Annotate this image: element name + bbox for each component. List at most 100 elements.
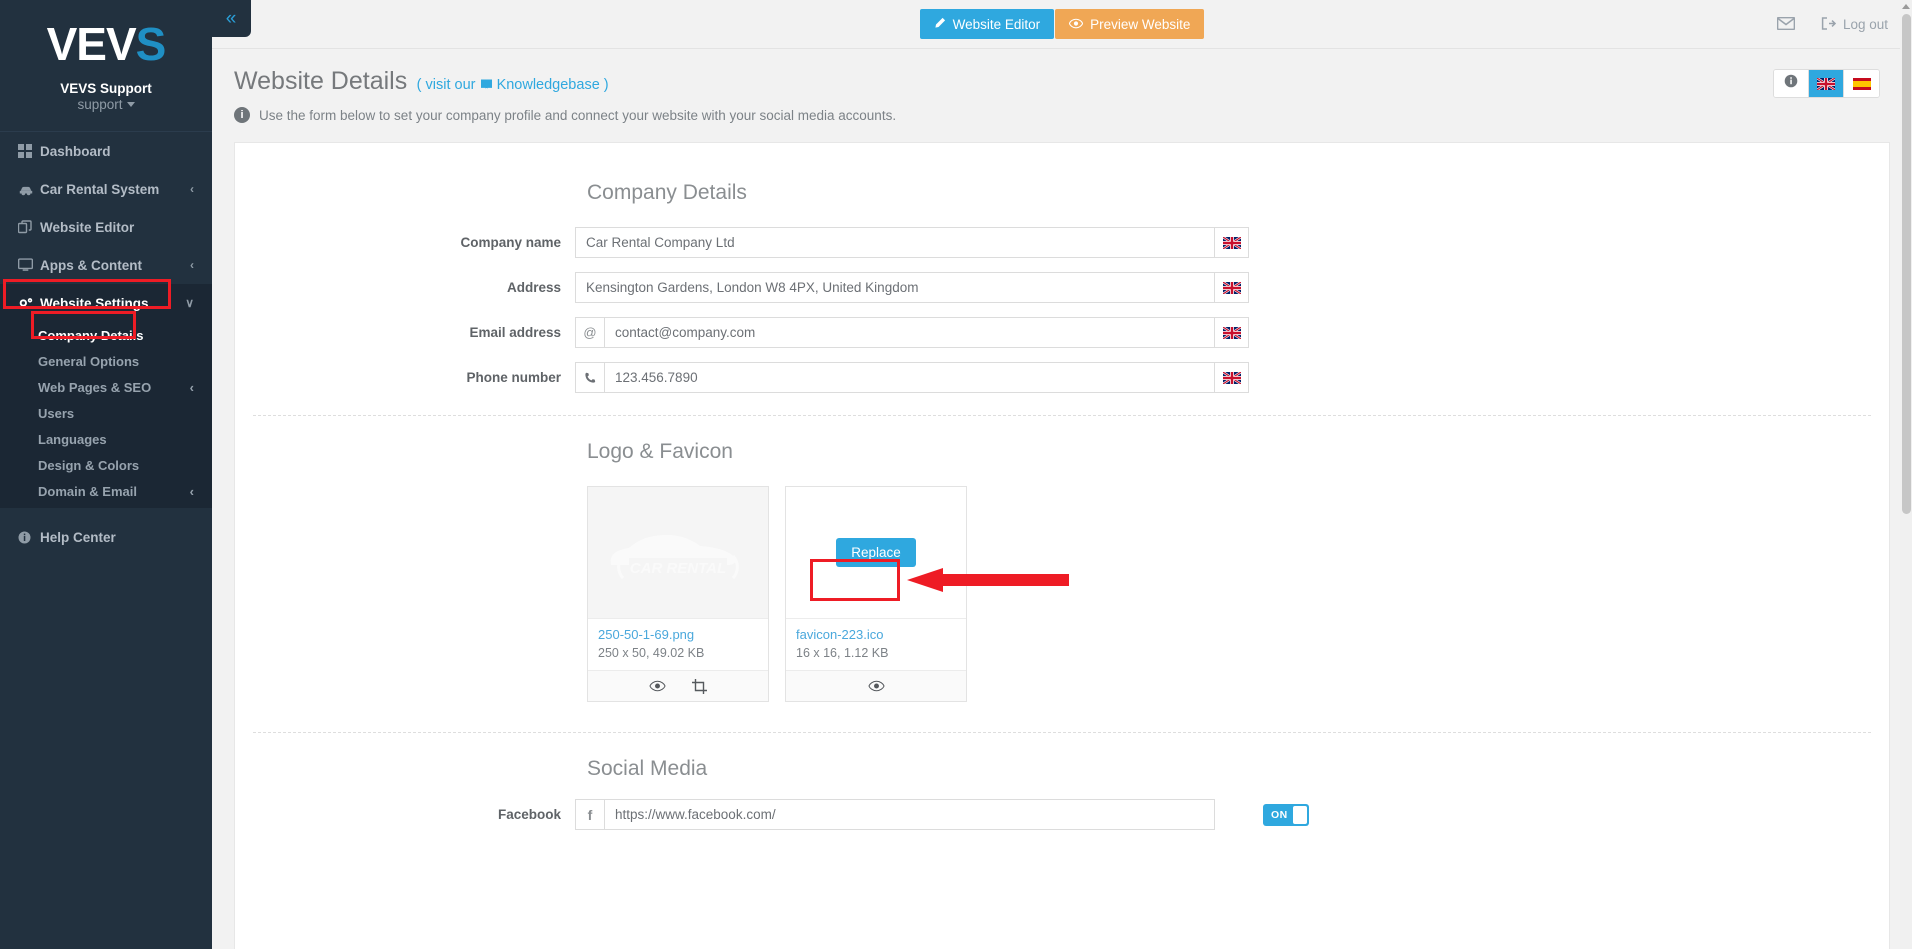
sidebar-subitem-label: Users <box>38 405 75 421</box>
sidebar-item-design-colors[interactable]: Design & Colors <box>0 452 212 478</box>
phone-input[interactable] <box>605 363 1214 392</box>
sidebar-item-general-options[interactable]: General Options <box>0 348 212 374</box>
eye-icon <box>1068 17 1084 32</box>
chevron-down-icon: ∨ <box>185 296 194 310</box>
logo-thumbnail: CAR RENTAL <box>588 487 768 618</box>
sidebar-item-car-rental-system[interactable]: Car Rental System ‹ <box>0 170 212 208</box>
phone-icon <box>576 363 605 392</box>
chevron-left-icon: ‹ <box>189 379 194 395</box>
sidebar-subitem-label: Design & Colors <box>38 457 140 473</box>
company-name-input[interactable] <box>576 228 1214 257</box>
main-area: « Website Editor Preview Website Log out… <box>212 0 1912 949</box>
sidebar-subnav-website-settings: Company Details General Options Web Page… <box>0 322 212 508</box>
toggle-knob <box>1293 805 1307 824</box>
kb-prefix: ( visit our <box>416 77 476 93</box>
logo-text-main: VEV <box>46 18 137 70</box>
page-subtitle-row: i Use the form below to set your company… <box>234 107 1912 123</box>
field-language-flag[interactable] <box>1215 272 1249 303</box>
chevron-left-icon: ‹ <box>190 182 194 196</box>
scrollbar-thumb[interactable] <box>1902 14 1911 514</box>
eye-icon[interactable] <box>867 680 885 692</box>
preview-website-button[interactable]: Preview Website <box>1055 9 1205 39</box>
language-switcher <box>1773 69 1880 98</box>
sidebar-item-help-center[interactable]: Help Center <box>0 518 212 556</box>
sidebar: VEV S VEVS Support support Dashboard Car … <box>0 0 212 949</box>
sidebar-item-website-editor[interactable]: Website Editor <box>0 208 212 246</box>
facebook-input[interactable] <box>605 800 1214 829</box>
sidebar-item-web-pages-seo[interactable]: Web Pages & SEO ‹ <box>0 374 212 400</box>
sidebar-divider <box>0 508 212 518</box>
account-dropdown[interactable]: support <box>77 96 135 114</box>
book-icon <box>480 77 497 93</box>
sidebar-subitem-label: Languages <box>38 431 107 447</box>
sidebar-item-languages[interactable]: Languages <box>0 426 212 452</box>
car-icon <box>18 183 40 196</box>
language-button-en[interactable] <box>1809 70 1844 97</box>
favicon-file-info: 16 x 16, 1.12 KB <box>796 646 889 660</box>
sidebar-item-label: Apps & Content <box>40 257 142 273</box>
page-scrollbar[interactable] <box>1900 0 1912 949</box>
logo-file-name[interactable]: 250-50-1-69.png <box>598 627 758 642</box>
section-title-logo-favicon: Logo & Favicon <box>587 440 733 463</box>
sidebar-item-dashboard[interactable]: Dashboard <box>0 132 212 170</box>
website-editor-button[interactable]: Website Editor <box>919 9 1055 39</box>
info-icon <box>1784 74 1798 93</box>
info-icon: i <box>234 107 250 123</box>
media-cards-row: CAR RENTAL 250-50-1-69.png 250 x 50, 49.… <box>587 486 1889 702</box>
facebook-toggle-label: ON <box>1271 808 1288 821</box>
sidebar-item-label: Dashboard <box>40 143 111 159</box>
chevron-down-icon <box>126 102 135 108</box>
facebook-icon: f <box>576 800 605 829</box>
facebook-toggle[interactable]: ON <box>1263 803 1309 826</box>
chevron-left-icon: ‹ <box>189 483 194 499</box>
layers-icon <box>18 220 40 234</box>
app-root: VEV S VEVS Support support Dashboard Car … <box>0 0 1912 949</box>
field-label: Facebook <box>497 807 561 822</box>
crop-icon[interactable] <box>692 678 707 694</box>
form-row-phone: Phone number <box>235 362 1889 393</box>
field-language-flag[interactable] <box>1215 362 1249 393</box>
replace-button[interactable]: Replace <box>836 538 916 567</box>
facebook-input-shell: f <box>575 799 1215 830</box>
field-language-flag[interactable] <box>1215 317 1249 348</box>
company-name-input-shell <box>575 227 1215 258</box>
section-title-social-media: Social Media <box>587 757 708 780</box>
sidebar-item-domain-email[interactable]: Domain & Email ‹ <box>0 478 212 504</box>
grid-icon <box>18 144 40 158</box>
sidebar-item-label: Website Settings <box>40 295 149 311</box>
knowledgebase-link[interactable]: Knowledgebase <box>497 77 600 93</box>
sidebar-item-users[interactable]: Users <box>0 400 212 426</box>
eye-icon[interactable] <box>649 680 666 692</box>
content-card: Company Details Company name Address <box>234 142 1890 949</box>
form-row-address: Address <box>235 272 1889 303</box>
brand-block: VEV S VEVS Support support <box>0 0 212 132</box>
address-input[interactable] <box>576 273 1214 302</box>
sidebar-item-website-settings[interactable]: Website Settings ∨ <box>0 284 212 322</box>
vevs-logo[interactable]: VEV S <box>46 16 167 72</box>
sidebar-subitem-label: Web Pages & SEO <box>38 379 152 395</box>
email-input[interactable] <box>605 318 1214 347</box>
preview-website-label: Preview Website <box>1090 16 1191 32</box>
sidebar-item-apps-content[interactable]: Apps & Content ‹ <box>0 246 212 284</box>
sidebar-item-label: Help Center <box>40 529 116 545</box>
uk-flag-icon <box>1222 236 1241 249</box>
kb-suffix: ) <box>603 77 609 93</box>
logout-button[interactable]: Log out <box>1821 16 1888 33</box>
messages-button[interactable] <box>1776 16 1796 33</box>
form-row-facebook: Facebook f ON <box>235 799 1889 830</box>
field-label: Company name <box>460 235 561 250</box>
topbar-right-actions: Log out <box>1776 0 1888 49</box>
page-subtitle: Use the form below to set your company p… <box>259 107 897 123</box>
website-editor-label: Website Editor <box>952 16 1041 32</box>
field-label: Address <box>506 280 561 295</box>
section-title-company-details: Company Details <box>587 181 747 204</box>
favicon-card: Replace favicon-223.ico 16 x 16, 1.12 KB <box>785 486 967 702</box>
account-sub-label: support <box>77 97 123 112</box>
language-info-button[interactable] <box>1774 70 1809 97</box>
sidebar-item-company-details[interactable]: Company Details <box>0 322 212 348</box>
field-language-flag[interactable] <box>1215 227 1249 258</box>
scroll-up-icon[interactable] <box>1902 4 1910 9</box>
language-button-es[interactable] <box>1844 70 1879 97</box>
gears-icon <box>18 296 40 310</box>
favicon-file-name[interactable]: favicon-223.ico <box>796 627 956 642</box>
